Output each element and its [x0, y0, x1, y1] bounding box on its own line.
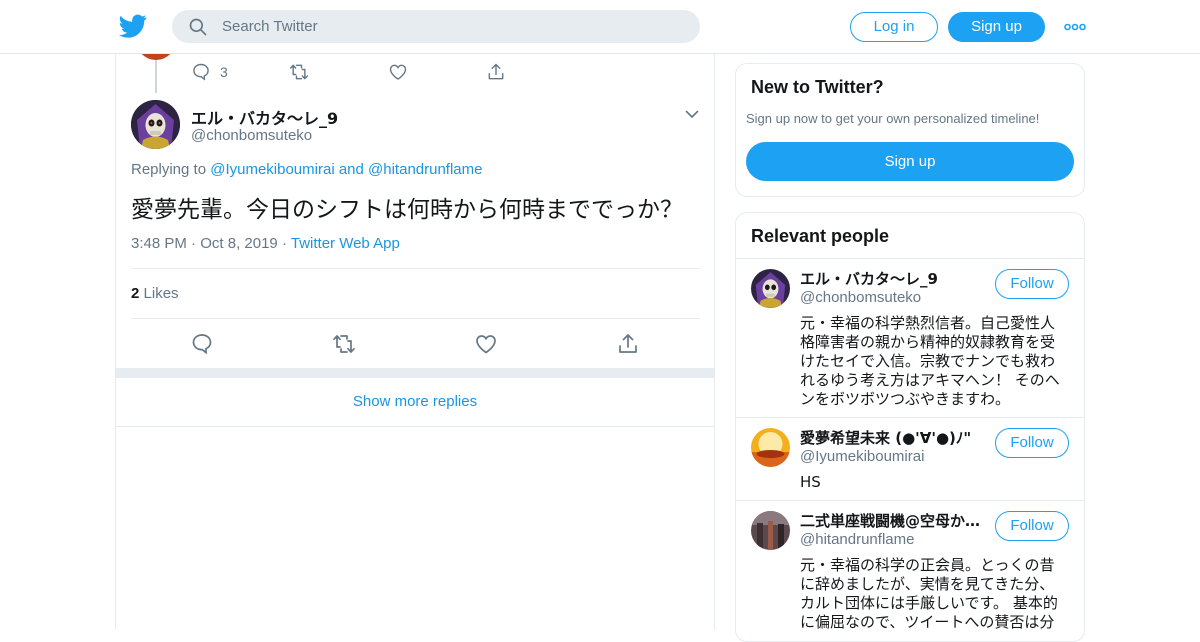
new-to-twitter-card: New to Twitter? Sign up now to get your … — [735, 63, 1085, 197]
tweet-text: 愛夢先輩。今日のシフトは何時から何時まででっか？ — [131, 197, 683, 223]
search-icon — [189, 18, 207, 36]
person-handle[interactable]: @chonbomsuteko — [800, 289, 921, 306]
share-action[interactable] — [486, 62, 506, 82]
tweet-date[interactable]: Oct 8, 2019 — [200, 235, 278, 252]
search-input[interactable] — [222, 10, 682, 43]
meta-separator: · — [191, 235, 201, 252]
heart-icon[interactable] — [474, 332, 498, 356]
meta-separator: · — [281, 235, 291, 252]
card-subtitle: Sign up now to get your own personalized… — [746, 111, 1040, 126]
person-handle[interactable]: @hitandrunflame — [800, 531, 914, 548]
avatar[interactable] — [751, 428, 790, 467]
share-icon — [488, 63, 504, 80]
person-item[interactable]: 愛夢希望未来 (●'∀'●)ﾉ" @Iyumekiboumirai Follow… — [736, 417, 1084, 500]
share-icon[interactable] — [616, 332, 640, 356]
reply-icon[interactable] — [190, 332, 214, 356]
avatar[interactable] — [131, 100, 180, 149]
person-handle[interactable]: @Iyumekiboumirai — [800, 448, 924, 465]
tweet-meta: 3:48 PM · Oct 8, 2019 · Twitter Web App — [131, 235, 400, 252]
like-action[interactable] — [388, 62, 408, 82]
photo-avatar-image — [751, 511, 790, 550]
likes-stat[interactable]: 2 Likes — [131, 285, 179, 302]
follow-button[interactable]: Follow — [995, 511, 1069, 541]
show-more-replies-link[interactable]: Show more replies — [116, 378, 714, 427]
follow-button[interactable]: Follow — [995, 269, 1069, 299]
sidebar-signup-button[interactable]: Sign up — [746, 142, 1074, 181]
person-bio: 元・幸福の科学の正会員。とっくの昔に辞めましたが、実情を見てきた分、カルト団体に… — [800, 556, 1058, 631]
timeline-column: 3 エル・バカタ～レ_9 @chonbomsuteko Replying to … — [115, 34, 715, 630]
display-name[interactable]: エル・バカタ～レ_9 — [191, 105, 338, 129]
mention-link-hitandrunflame[interactable]: @hitandrunflame — [368, 161, 482, 178]
person-name[interactable]: エル・バカタ～レ_9 — [800, 268, 938, 289]
divider — [131, 318, 700, 319]
replying-and: and — [334, 161, 369, 178]
retweet-icon[interactable] — [332, 332, 356, 356]
reply-action[interactable]: 3 — [191, 62, 228, 82]
twitter-bird-icon[interactable] — [119, 12, 147, 40]
divider — [131, 268, 700, 269]
likes-label: Likes — [143, 285, 179, 302]
search-box[interactable] — [172, 10, 700, 43]
retweet-icon — [289, 64, 309, 80]
retweet-action[interactable] — [289, 62, 309, 82]
replying-prefix: Replying to — [131, 161, 211, 178]
reply-count: 3 — [220, 64, 228, 80]
person-name[interactable]: 愛夢希望未来 (●'∀'●)ﾉ" — [800, 427, 971, 448]
relevant-people-card: Relevant people エル・バカタ～レ_9 @chonbomsutek… — [735, 212, 1085, 642]
sunset-avatar-image — [751, 428, 790, 467]
follow-button[interactable]: Follow — [995, 428, 1069, 458]
heart-icon — [389, 64, 407, 80]
person-name[interactable]: 二式単座戦闘機@空母か… — [800, 510, 980, 531]
login-button[interactable]: Log in — [850, 12, 938, 42]
reply-icon — [193, 63, 209, 81]
likes-count: 2 — [131, 285, 140, 302]
skull-avatar-image — [131, 100, 180, 149]
user-handle[interactable]: @chonbomsuteko — [191, 127, 312, 144]
person-item[interactable]: 二式単座戦闘機@空母か… @hitandrunflame Follow 元・幸福… — [736, 500, 1084, 641]
person-item[interactable]: エル・バカタ～レ_9 @chonbomsuteko Follow 元・幸福の科学… — [736, 258, 1084, 417]
person-bio: 元・幸福の科学熱烈信者。自己愛性人格障害者の親から精神的奴隷教育を受けたセイで入… — [800, 314, 1060, 408]
card-title: New to Twitter? — [751, 77, 884, 97]
tweet-source-link[interactable]: Twitter Web App — [291, 235, 400, 252]
tweet-time[interactable]: 3:48 PM — [131, 235, 187, 252]
avatar[interactable] — [751, 511, 790, 550]
mention-link-iyumekiboumirai[interactable]: @Iyumekiboumirai — [210, 161, 334, 178]
tweet-actions — [131, 332, 701, 358]
skull-avatar-image — [751, 269, 790, 308]
person-bio: HS — [800, 473, 821, 491]
card-title: Relevant people — [751, 226, 890, 246]
signup-button[interactable]: Sign up — [948, 12, 1045, 42]
chevron-down-icon[interactable] — [684, 106, 700, 122]
avatar[interactable] — [751, 269, 790, 308]
more-icon[interactable] — [1064, 18, 1086, 36]
thread-line — [155, 60, 157, 93]
top-bar: Log in Sign up — [0, 0, 1200, 54]
replying-to: Replying to @Iyumekiboumirai and @hitand… — [131, 161, 483, 178]
section-separator — [116, 368, 714, 378]
